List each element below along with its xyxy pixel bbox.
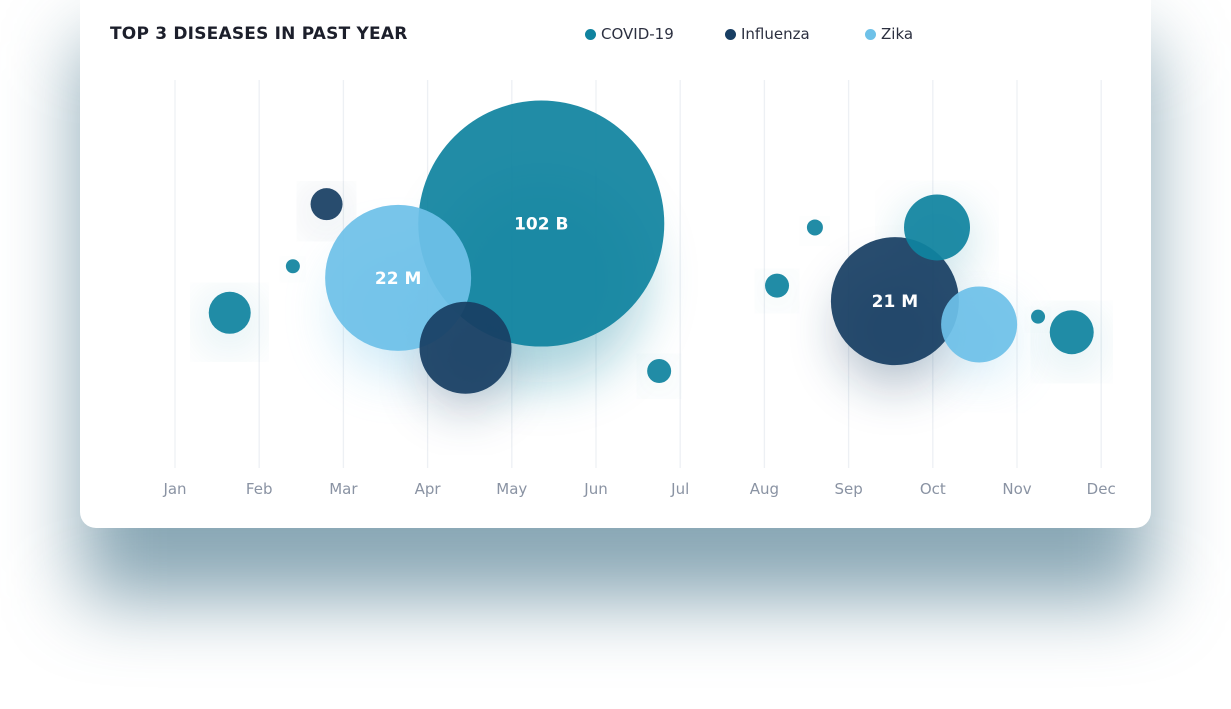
month-label-layer: Jan Feb Mar Apr May Jun Jul Aug Sep Oct Nov Dec: [162, 480, 1115, 498]
bubble-covid-19-3[interactable]: [647, 359, 672, 383]
bubble-covid-19-7[interactable]: [1031, 309, 1046, 324]
chart-card: TOP 3 DISEASES IN PAST YEAR COVID-19 Inf…: [80, 0, 1151, 528]
month-label-oct: Oct: [920, 480, 946, 498]
month-label-jun: Jun: [583, 480, 607, 498]
month-label-sep: Sep: [834, 480, 862, 498]
bubble-influenza-0[interactable]: [310, 188, 343, 221]
bubble-label-zika-0: 22 M: [375, 269, 422, 289]
month-label-jan: Jan: [162, 480, 186, 498]
bubble-covid-19-1[interactable]: [285, 259, 300, 274]
bubble-label-influenza-2: 21 M: [872, 292, 919, 312]
month-label-feb: Feb: [246, 480, 273, 498]
bubble-covid-19-6[interactable]: [904, 194, 971, 261]
bubble-plot: 102 B 22 M 21 M Jan Feb Mar Apr May Jun Jul Aug Se…: [162, 80, 1116, 498]
bubble-influenza-1[interactable]: [419, 301, 512, 394]
month-label-aug: Aug: [750, 480, 779, 498]
month-label-apr: Apr: [415, 480, 442, 498]
month-label-nov: Nov: [1002, 480, 1031, 498]
bubble-covid-19-4[interactable]: [765, 273, 790, 298]
month-label-dec: Dec: [1087, 480, 1116, 498]
bubble-layer: [208, 100, 1094, 394]
month-label-may: May: [496, 480, 527, 498]
bubble-covid-19-5[interactable]: [806, 219, 823, 236]
bubble-zika-1[interactable]: [941, 286, 1018, 363]
bubble-covid-19-0[interactable]: [208, 291, 251, 334]
bubble-covid-19-8[interactable]: [1049, 310, 1094, 355]
month-label-mar: Mar: [329, 480, 358, 498]
bubble-label-covid-19-2: 102 B: [514, 215, 568, 235]
month-label-jul: Jul: [670, 480, 689, 498]
